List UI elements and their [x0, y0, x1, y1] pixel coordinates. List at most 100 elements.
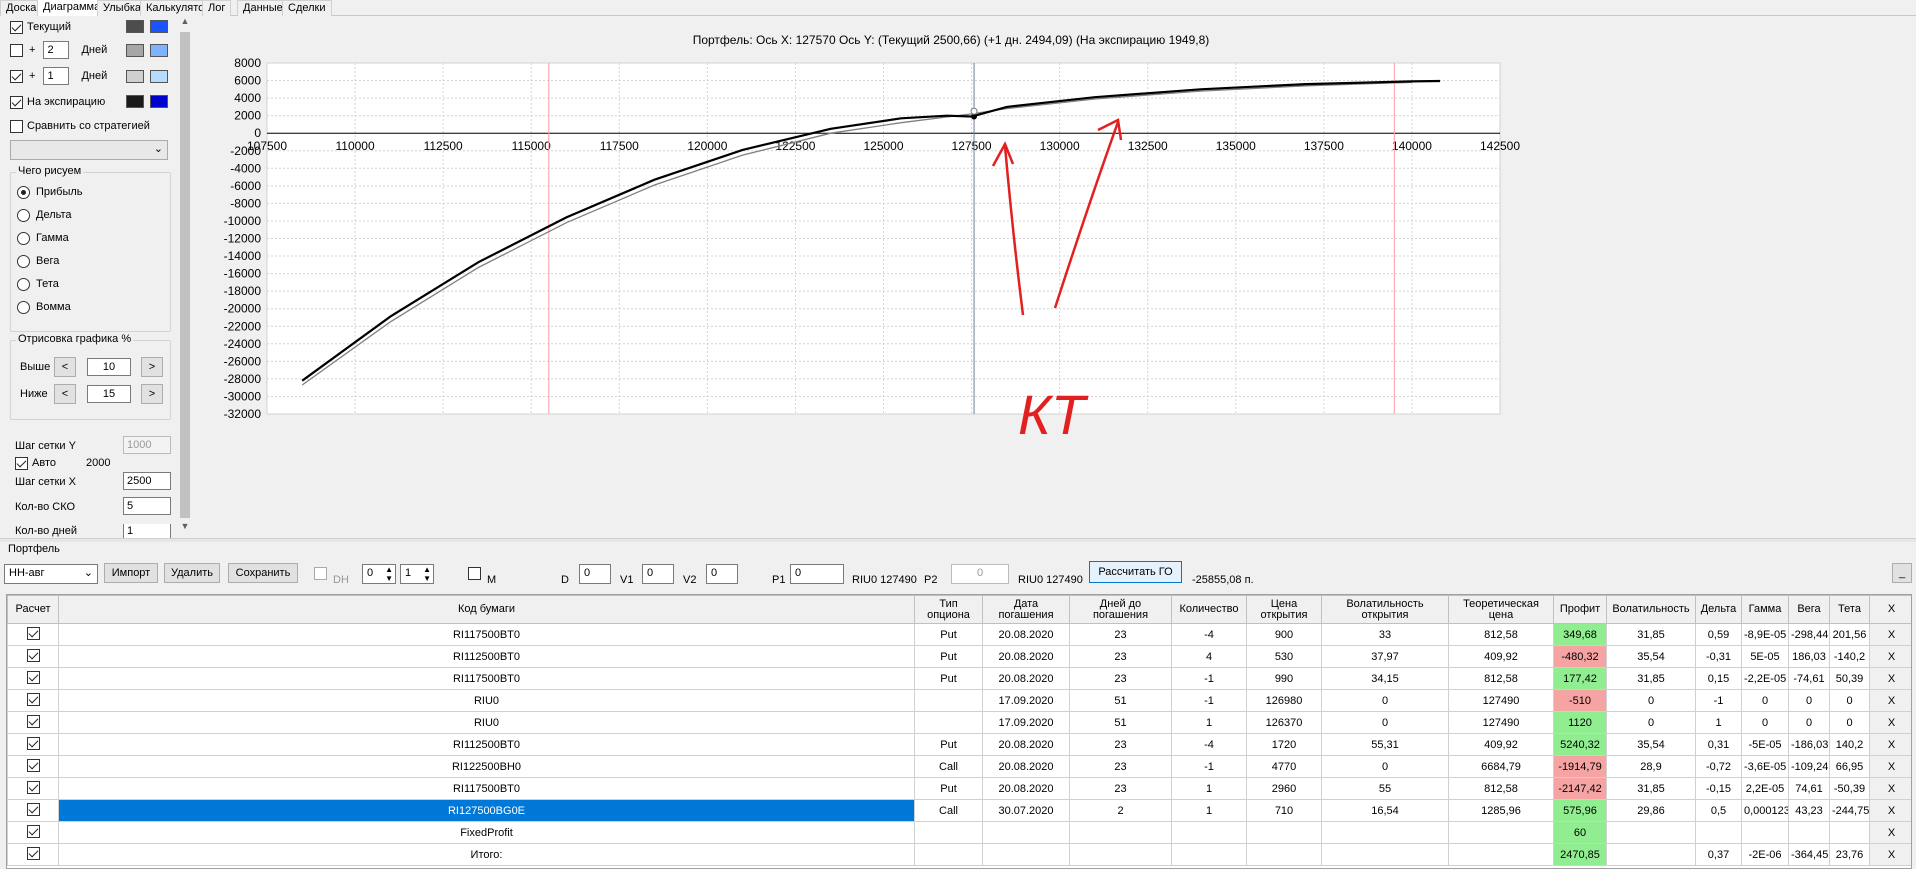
- radio-button[interactable]: [17, 254, 30, 268]
- below-input[interactable]: [87, 385, 131, 403]
- grid-y-input[interactable]: [123, 436, 171, 454]
- radio-button[interactable]: [17, 300, 30, 314]
- table-row[interactable]: RIU0 17.09.2020 51 -1 126980 0 127490 -510 0 -1 0 0…: [7, 689, 1911, 712]
- m-checkbox[interactable]: [468, 567, 481, 580]
- delete-row-button[interactable]: X: [1869, 821, 1911, 844]
- col-header[interactable]: X: [1869, 595, 1911, 624]
- p2-input[interactable]: 0: [951, 564, 1009, 584]
- expiry-color-a-swatch[interactable]: [126, 95, 144, 108]
- calc-checkbox[interactable]: [26, 626, 40, 640]
- col-header[interactable]: Волатильность открытия: [1321, 595, 1449, 624]
- spin1-input[interactable]: 0 ▲ ▼: [362, 564, 396, 584]
- current-color-b-swatch[interactable]: [150, 20, 168, 33]
- col-header[interactable]: Волатильность: [1606, 595, 1696, 624]
- delete-row-button[interactable]: X: [1869, 623, 1911, 646]
- radio-profit[interactable]: Прибыль: [17, 183, 83, 201]
- splitter[interactable]: [0, 538, 1916, 542]
- scroll-thumb[interactable]: [180, 32, 190, 518]
- calc-checkbox[interactable]: [26, 714, 40, 728]
- table-row[interactable]: RI117500BT0 Put 20.08.2020 23 -1 990 34,15 812,…: [7, 667, 1911, 690]
- table-row[interactable]: RIU0 17.09.2020 51 1 126370 0 127490 1120 0 1 0 0 0 X: [7, 711, 1911, 734]
- current-checkbox[interactable]: [10, 20, 23, 34]
- expiry-color-b-swatch[interactable]: [150, 95, 168, 108]
- radio-theta[interactable]: Тета: [17, 275, 59, 293]
- radio-button[interactable]: [17, 208, 30, 222]
- col-header[interactable]: Расчет: [7, 595, 59, 624]
- col-header[interactable]: Дельта: [1695, 595, 1742, 624]
- table-row[interactable]: RI117500BT0 Put 20.08.2020 23 1 2960 55 812,58-…: [7, 777, 1911, 800]
- radio-button[interactable]: [17, 277, 30, 291]
- delete-row-button[interactable]: X: [1869, 733, 1911, 756]
- calc-checkbox[interactable]: [26, 758, 40, 772]
- minimize-button[interactable]: _: [1892, 563, 1912, 583]
- radio-vega[interactable]: Вега: [17, 252, 59, 270]
- v2-input[interactable]: 0: [706, 564, 738, 584]
- calc-checkbox[interactable]: [26, 670, 40, 684]
- calc-checkbox[interactable]: [26, 736, 40, 750]
- calc-checkbox[interactable]: [26, 692, 40, 706]
- radio-delta[interactable]: Дельта: [17, 206, 72, 224]
- d-input[interactable]: 0: [579, 564, 611, 584]
- sko-input[interactable]: [123, 497, 171, 515]
- left-panel-scrollbar[interactable]: ▲ ▼: [178, 16, 192, 539]
- above-input[interactable]: [87, 358, 131, 376]
- table-row[interactable]: FixedProfit 60 X: [7, 821, 1911, 844]
- table-row[interactable]: RI112500BT0 Put 20.08.2020 23 -4 1720 55,31 409…: [7, 733, 1911, 756]
- days2-input[interactable]: [43, 67, 70, 85]
- table-row[interactable]: RI127500BG0E Call 30.07.2020 2 1 710 16,54 1285…: [7, 799, 1911, 822]
- tab-deals[interactable]: Сделки: [282, 0, 332, 16]
- calc-checkbox[interactable]: [26, 802, 40, 816]
- radio-gamma[interactable]: Гамма: [17, 229, 69, 247]
- col-header[interactable]: Цена открытия: [1246, 595, 1322, 624]
- delete-row-button[interactable]: X: [1869, 843, 1911, 866]
- table-row[interactable]: RI117500BT0 Put 20.08.2020 23 -4 900 33 812,58 3…: [7, 623, 1911, 646]
- days1-color-a-swatch[interactable]: [126, 44, 144, 57]
- grid-x-input[interactable]: [123, 472, 171, 490]
- expiry-checkbox[interactable]: [10, 95, 23, 109]
- spinner-icon[interactable]: ▲ ▼: [423, 565, 431, 583]
- tab-log[interactable]: Лог: [202, 0, 232, 16]
- days-count-input[interactable]: [123, 524, 171, 539]
- delete-row-button[interactable]: X: [1869, 777, 1911, 800]
- col-header[interactable]: Гамма: [1741, 595, 1789, 624]
- scroll-down-icon[interactable]: ▼: [180, 521, 190, 535]
- portfolio-select[interactable]: HH-авг ⌄: [4, 564, 98, 584]
- above-decrease-button[interactable]: <: [54, 357, 76, 377]
- calc-checkbox[interactable]: [26, 648, 40, 662]
- col-header[interactable]: Количество: [1171, 595, 1247, 624]
- days1-checkbox[interactable]: [10, 43, 23, 57]
- spin2-input[interactable]: 1 ▲ ▼: [400, 564, 434, 584]
- import-button[interactable]: Импорт: [104, 563, 158, 583]
- compare-checkbox[interactable]: [10, 119, 23, 133]
- delete-row-button[interactable]: X: [1869, 689, 1911, 712]
- col-header[interactable]: Теоретическая цена: [1448, 595, 1554, 624]
- days1-input[interactable]: [43, 41, 70, 59]
- dh-checkbox[interactable]: [314, 567, 327, 580]
- radio-button[interactable]: [17, 231, 30, 245]
- calc-checkbox[interactable]: [26, 780, 40, 794]
- spinner-icon[interactable]: ▲ ▼: [385, 565, 393, 583]
- table-row[interactable]: RI112500BT0 Put 20.08.2020 23 4 530 37,97 409,9…: [7, 645, 1911, 668]
- below-increase-button[interactable]: >: [141, 384, 163, 404]
- calc-checkbox[interactable]: [26, 846, 40, 860]
- radio-button[interactable]: [17, 185, 30, 199]
- above-increase-button[interactable]: >: [141, 357, 163, 377]
- radio-vomma[interactable]: Вомма: [17, 298, 71, 316]
- delete-row-button[interactable]: X: [1869, 799, 1911, 822]
- days1-color-b-swatch[interactable]: [150, 44, 168, 57]
- days2-color-a-swatch[interactable]: [126, 70, 144, 83]
- col-header[interactable]: Тип опциона: [914, 595, 983, 624]
- tab-data[interactable]: Данные: [237, 0, 289, 16]
- delete-row-button[interactable]: X: [1869, 667, 1911, 690]
- strategy-select[interactable]: ⌄: [10, 140, 168, 160]
- delete-row-button[interactable]: X: [1869, 711, 1911, 734]
- calculate-go-button[interactable]: Рассчитать ГО: [1089, 561, 1182, 583]
- col-header[interactable]: Тета: [1829, 595, 1870, 624]
- tab-diagram[interactable]: Диаграмма: [37, 0, 107, 17]
- delete-button[interactable]: Удалить: [164, 563, 220, 583]
- col-header[interactable]: Вега: [1788, 595, 1830, 624]
- delete-row-button[interactable]: X: [1869, 755, 1911, 778]
- days2-color-b-swatch[interactable]: [150, 70, 168, 83]
- col-header[interactable]: Дней до погашения: [1069, 595, 1172, 624]
- table-row[interactable]: Итого: 2470,85 0,37 -2E-06 -364,45 23,76 X: [7, 843, 1911, 866]
